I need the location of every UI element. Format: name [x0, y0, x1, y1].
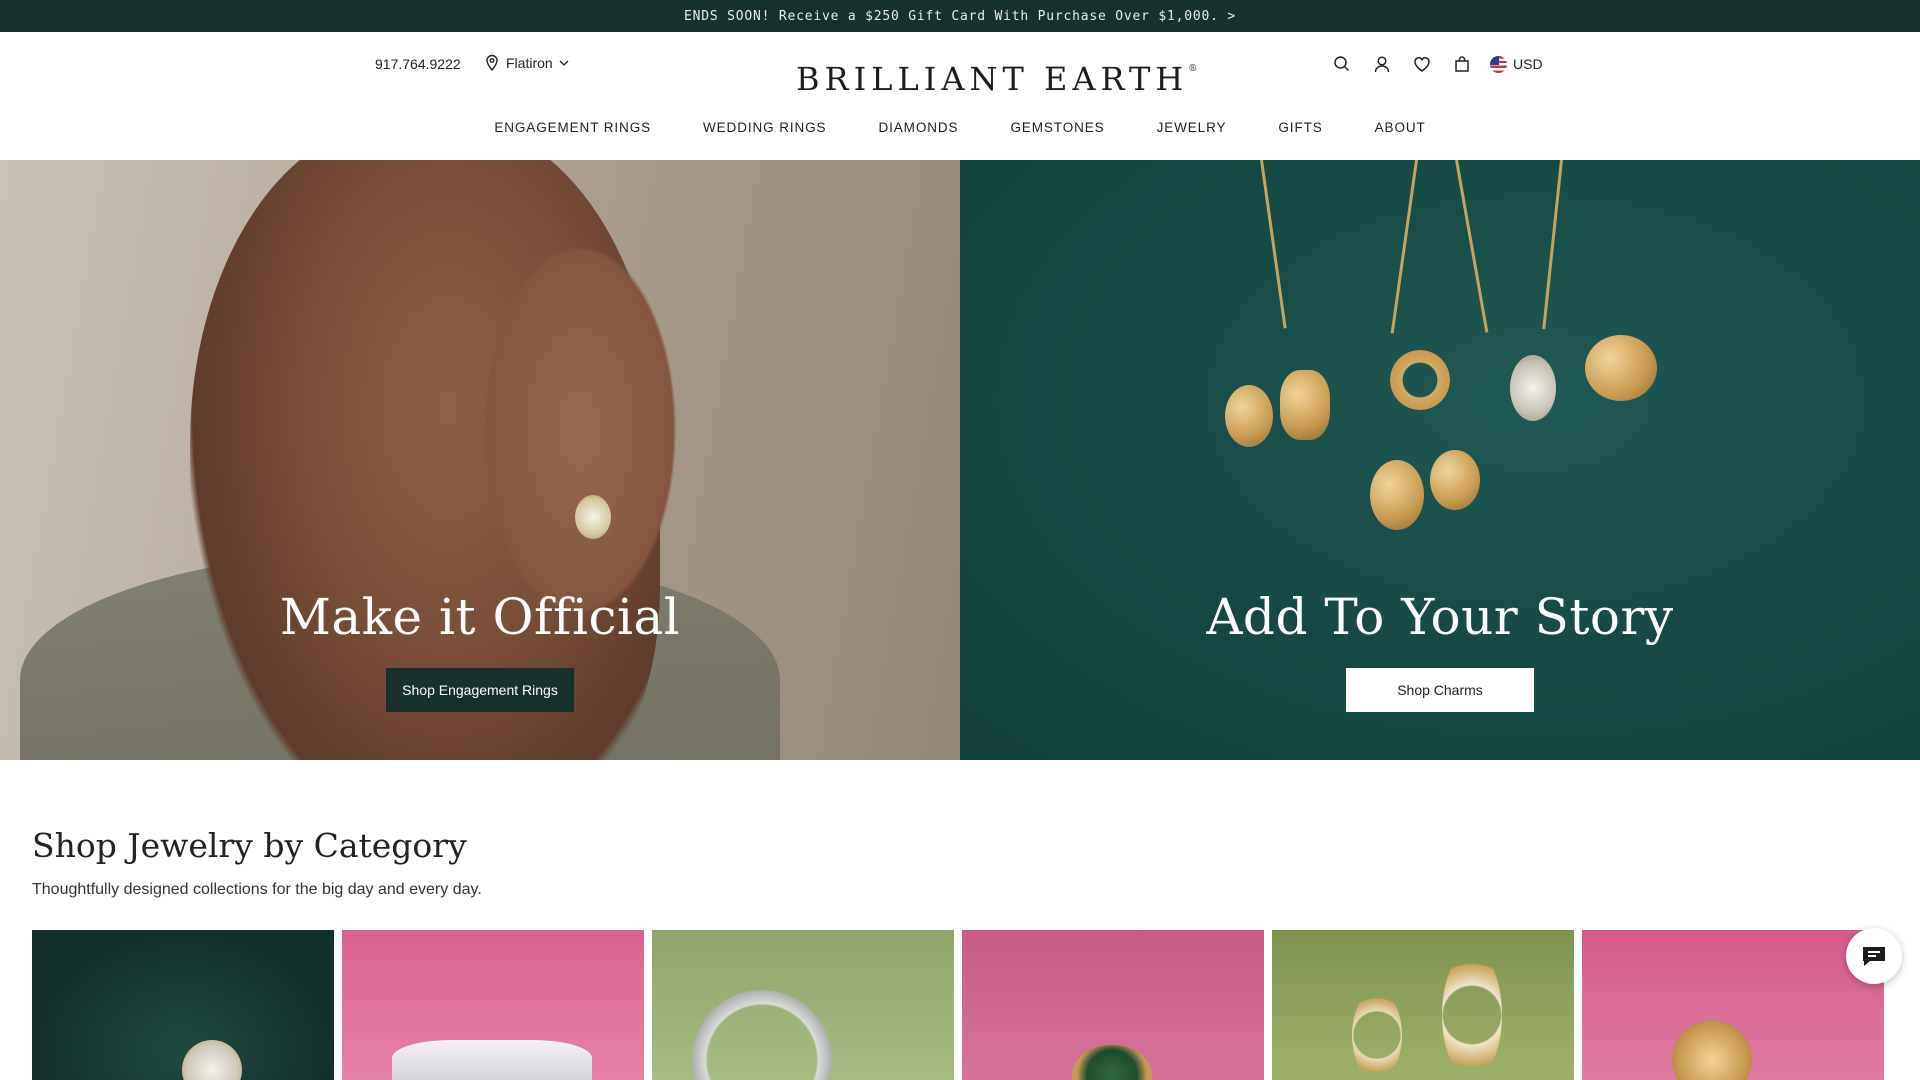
us-flag-icon: [1490, 55, 1507, 73]
engagement-ring-image: [575, 495, 611, 539]
heart-icon: [1414, 57, 1430, 72]
store-location-selector[interactable]: Flatiron: [484, 54, 569, 72]
site-header: 917.764.9222 Flatiron BRILLIANT EARTH® U…: [0, 32, 1920, 160]
necklace-chain-image: [1542, 160, 1563, 330]
necklace-chain-image: [1260, 160, 1287, 329]
search-button[interactable]: [1322, 52, 1362, 76]
category-product-image: [1442, 950, 1502, 1080]
ring-clasp-charm-image: [1390, 350, 1450, 410]
nav-diamonds[interactable]: DIAMONDS: [852, 120, 984, 135]
diamond-s-charm-image: [1510, 355, 1556, 421]
heart-charm-image: [1585, 335, 1657, 401]
ladybug-charm-image: [1225, 385, 1273, 447]
category-product-image: [182, 1040, 242, 1080]
promo-link[interactable]: ENDS SOON! Receive a $250 Gift Card With…: [684, 9, 1236, 24]
wishlist-button[interactable]: [1402, 52, 1442, 76]
bag-icon: [1455, 56, 1469, 72]
category-product-image: [1072, 1045, 1152, 1080]
hero-left-title: Make it Official: [279, 588, 681, 646]
cart-button[interactable]: [1442, 52, 1482, 76]
location-pin-icon: [486, 54, 498, 72]
category-section-title: Shop Jewelry by Category: [32, 826, 467, 865]
category-grid: [32, 930, 1884, 1080]
logo-text: BRILLIANT EARTH: [796, 60, 1189, 98]
nav-about[interactable]: ABOUT: [1349, 120, 1452, 135]
chat-button[interactable]: [1846, 928, 1902, 984]
currency-selector[interactable]: USD: [1490, 55, 1543, 73]
account-button[interactable]: [1362, 52, 1402, 76]
category-product-image: [392, 1040, 592, 1080]
mushroom-charm-image: [1370, 460, 1424, 530]
nav-jewelry[interactable]: JEWELRY: [1131, 120, 1253, 135]
hero-model-hand-image: [470, 220, 690, 640]
logo-registered-mark: ®: [1188, 64, 1198, 74]
chat-bubble-icon: [1863, 947, 1885, 966]
category-tile[interactable]: [962, 930, 1264, 1080]
currency-label: USD: [1513, 56, 1543, 72]
category-tile[interactable]: [32, 930, 334, 1080]
necklace-chain-image: [1390, 160, 1418, 334]
location-label: Flatiron: [506, 55, 553, 71]
shop-engagement-rings-button[interactable]: Shop Engagement Rings: [386, 668, 574, 712]
category-tile[interactable]: [342, 930, 644, 1080]
category-product-image: [1672, 1020, 1752, 1080]
search-icon: [1334, 56, 1350, 72]
category-section-subtitle: Thoughtfully designed collections for th…: [32, 881, 482, 898]
category-tile[interactable]: [652, 930, 954, 1080]
brand-logo[interactable]: BRILLIANT EARTH®: [796, 60, 1197, 98]
nav-gemstones[interactable]: GEMSTONES: [984, 120, 1130, 135]
account-icon: [1374, 56, 1390, 73]
category-product-image: [1352, 990, 1402, 1080]
letter-s-charm-image: [1280, 370, 1330, 440]
header-icons: USD: [1322, 52, 1543, 76]
hero-right-title: Add To Your Story: [1206, 588, 1674, 646]
main-nav: ENGAGEMENT RINGS WEDDING RINGS DIAMONDS …: [0, 120, 1920, 135]
necklace-chain-image: [1455, 160, 1489, 333]
nav-wedding-rings[interactable]: WEDDING RINGS: [677, 120, 852, 135]
nav-gifts[interactable]: GIFTS: [1252, 120, 1348, 135]
category-tile[interactable]: [1272, 930, 1574, 1080]
hero-charms-banner[interactable]: Add To Your Story Shop Charms: [960, 160, 1920, 760]
clover-charm-image: [1430, 450, 1480, 510]
phone-number[interactable]: 917.764.9222: [375, 56, 461, 72]
category-tile[interactable]: [1582, 930, 1884, 1080]
promo-bar: ENDS SOON! Receive a $250 Gift Card With…: [0, 0, 1920, 32]
shop-charms-button[interactable]: Shop Charms: [1346, 668, 1534, 712]
hero-engagement-banner[interactable]: Make it Official Shop Engagement Rings: [0, 160, 960, 760]
chevron-down-icon: [559, 60, 569, 66]
nav-engagement-rings[interactable]: ENGAGEMENT RINGS: [468, 120, 677, 135]
category-product-image: [692, 990, 832, 1080]
